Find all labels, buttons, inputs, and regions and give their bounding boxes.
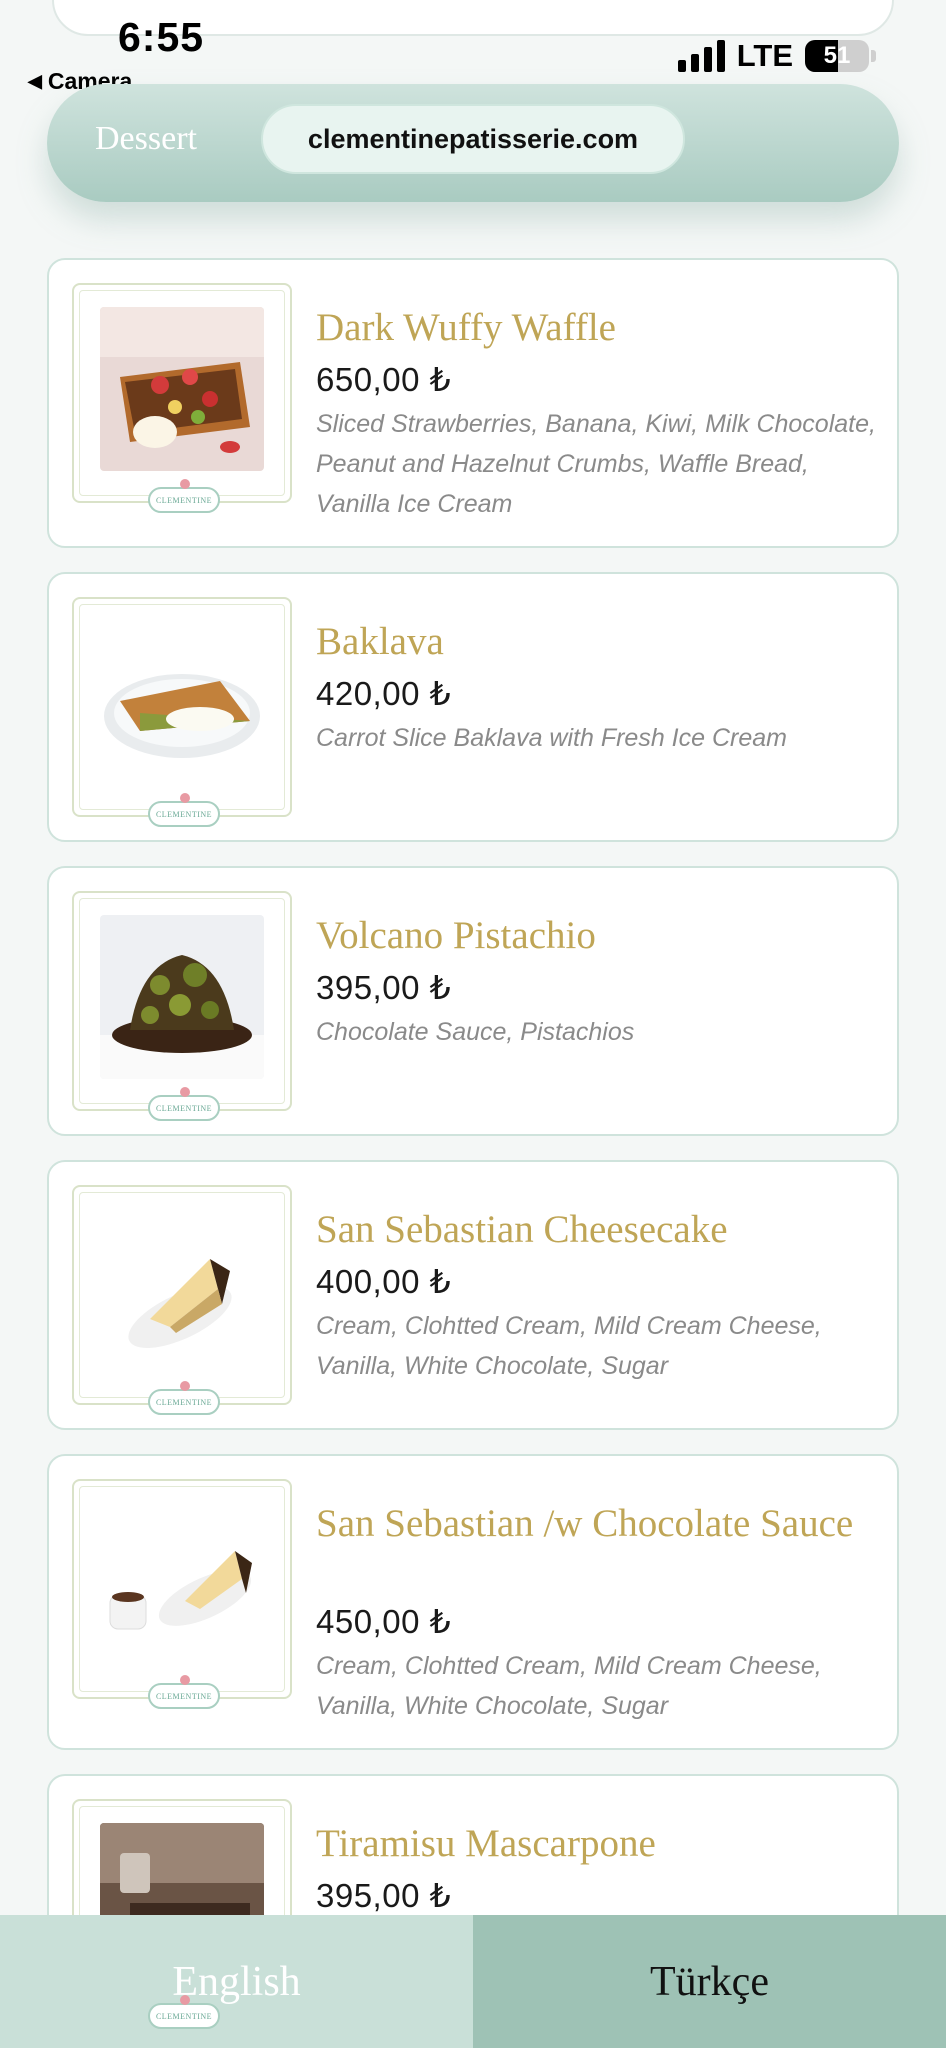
item-description: Sliced Strawberries, Banana, Kiwi, Milk … bbox=[316, 410, 876, 518]
item-description: Chocolate Sauce, Pistachios bbox=[316, 1018, 635, 1046]
language-english-button[interactable]: English bbox=[0, 1915, 473, 2048]
item-name: Baklava bbox=[316, 620, 444, 663]
language-bar: English Türkçe bbox=[0, 1915, 946, 2048]
battery-level: 51 bbox=[823, 42, 851, 69]
menu-item[interactable]: CLEMENTINE Volcano Pistachio 395,00 ₺ Ch… bbox=[47, 866, 899, 1136]
item-price: 420,00 ₺ bbox=[316, 675, 452, 712]
category-title: Dessert bbox=[95, 120, 197, 157]
url-bar[interactable]: clementinepatisserie.com bbox=[261, 104, 685, 174]
cheesecake-chocolate-photo bbox=[100, 1503, 264, 1667]
clementine-logo: CLEMENTINE bbox=[148, 1381, 220, 1415]
item-name: San Sebastian Cheesecake bbox=[316, 1208, 728, 1251]
item-price: 450,00 ₺ bbox=[316, 1603, 452, 1640]
signal-icon bbox=[677, 40, 725, 72]
clementine-logo: CLEMENTINE bbox=[148, 1087, 220, 1121]
status-indicators: LTE 51 bbox=[677, 38, 876, 74]
item-thumbnail: CLEMENTINE bbox=[72, 891, 292, 1121]
menu-item[interactable]: CLEMENTINE San Sebastian Cheesecake 400,… bbox=[47, 1160, 899, 1430]
baklava-photo bbox=[100, 621, 264, 785]
item-price: 395,00 ₺ bbox=[316, 1877, 452, 1914]
item-price: 395,00 ₺ bbox=[316, 969, 452, 1006]
clementine-logo: CLEMENTINE bbox=[148, 1675, 220, 1709]
item-description: Carrot Slice Baklava with Fresh Ice Crea… bbox=[316, 724, 787, 752]
item-description: Cream, Clohtted Cream, Mild Cream Cheese… bbox=[316, 1312, 822, 1380]
status-time: 6:55 bbox=[118, 14, 205, 60]
item-thumbnail: CLEMENTINE bbox=[72, 597, 292, 827]
back-arrow-icon: ◀ bbox=[28, 71, 42, 91]
waffle-photo bbox=[100, 307, 264, 471]
item-name: San Sebastian /w Chocolate Sauce bbox=[316, 1502, 854, 1545]
clementine-logo: CLEMENTINE bbox=[148, 1995, 220, 2029]
item-price: 650,00 ₺ bbox=[316, 361, 452, 398]
language-turkish-button[interactable]: Türkçe bbox=[473, 1915, 946, 2048]
battery-icon: 51 bbox=[805, 40, 869, 72]
item-description: Cream, Clohtted Cream, Mild Cream Cheese… bbox=[316, 1652, 822, 1720]
item-name: Dark Wuffy Waffle bbox=[316, 306, 616, 349]
clementine-logo: CLEMENTINE bbox=[148, 793, 220, 827]
item-name: Volcano Pistachio bbox=[316, 914, 596, 957]
network-label: LTE bbox=[736, 38, 793, 73]
volcano-pistachio-photo bbox=[100, 915, 264, 1079]
header-bar: Dessert clementinepatisserie.com bbox=[47, 84, 899, 202]
menu-item[interactable]: CLEMENTINE San Sebastian /w Chocolate Sa… bbox=[47, 1454, 899, 1750]
item-thumbnail: CLEMENTINE bbox=[72, 1185, 292, 1415]
item-name: Tiramisu Mascarpone bbox=[316, 1822, 656, 1865]
cheesecake-photo bbox=[100, 1209, 264, 1373]
item-thumbnail: CLEMENTINE bbox=[72, 1479, 292, 1709]
menu-item[interactable]: CLEMENTINE Dark Wuffy Waffle 650,00 ₺ Sl… bbox=[47, 258, 899, 548]
clementine-logo: CLEMENTINE bbox=[148, 479, 220, 513]
menu-item[interactable]: CLEMENTINE Baklava 420,00 ₺ Carrot Slice… bbox=[47, 572, 899, 842]
item-price: 400,00 ₺ bbox=[316, 1263, 452, 1300]
item-thumbnail: CLEMENTINE bbox=[72, 283, 292, 513]
